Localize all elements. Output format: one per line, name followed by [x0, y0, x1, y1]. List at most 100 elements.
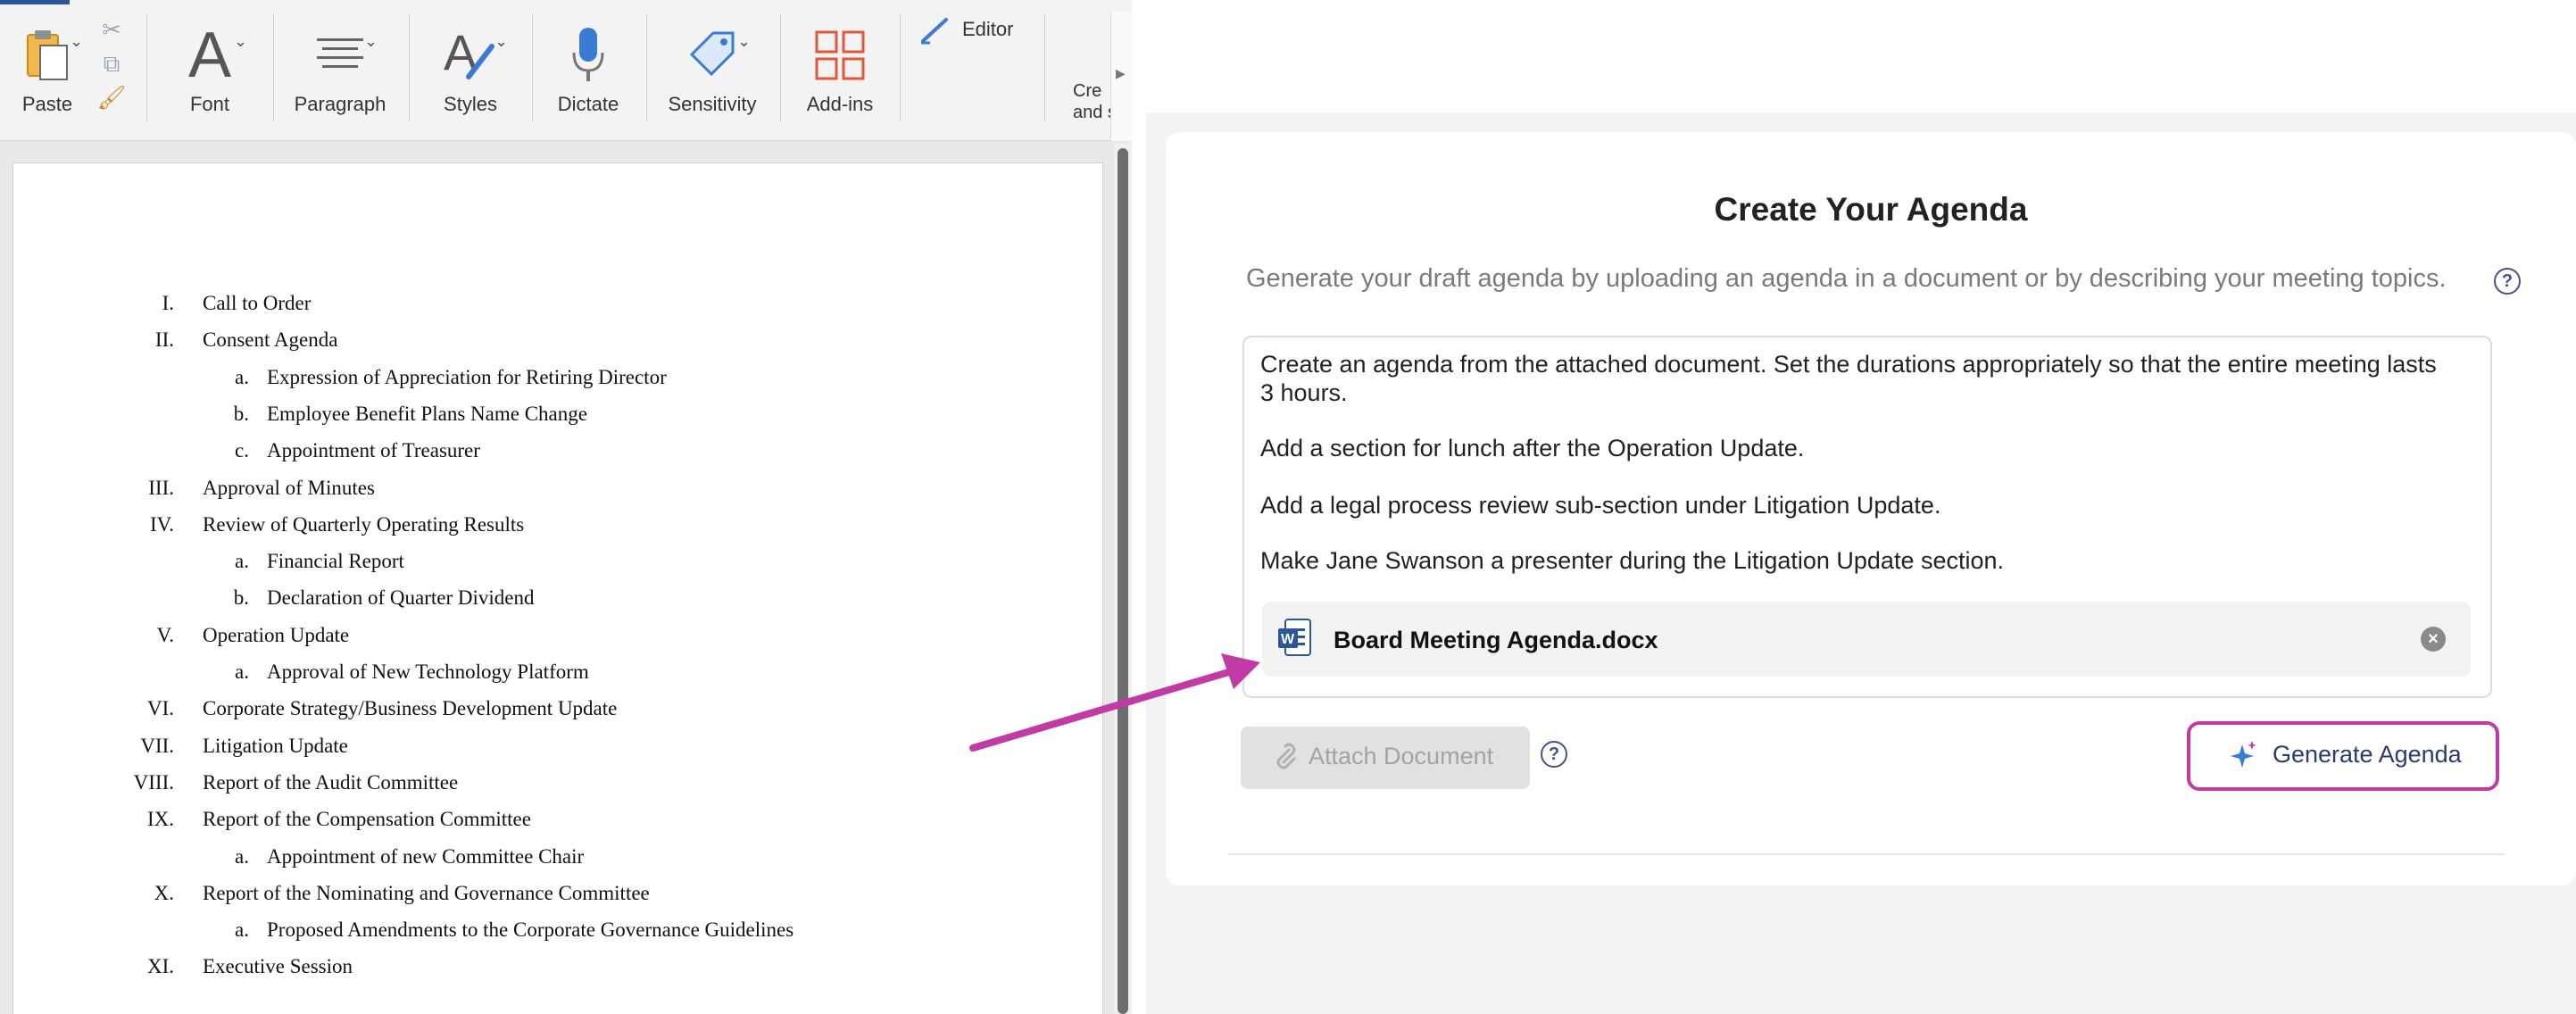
agenda-item-text: Expression of Appreciation for Retiring … — [267, 365, 667, 388]
font-dropdown-chevron-icon[interactable]: ⌄ — [234, 32, 247, 51]
prompt-line-4: Make Jane Swanson a presenter during the… — [1260, 547, 2005, 574]
agenda-item: VIII. Report of the Audit Committee — [13, 771, 1084, 807]
arrow-annotation — [969, 653, 1260, 752]
document-page[interactable]: I. Call to Order II. Consent Agenda a. Expres… — [12, 162, 1103, 1014]
agenda-item-text: Review of Quarterly Operating Results — [203, 512, 525, 536]
sensitivity-button[interactable]: Sensitivity — [657, 12, 768, 129]
agenda-sub-item: b. Declaration of Quarter Dividend — [13, 586, 1084, 622]
help-icon[interactable]: ? — [2494, 268, 2521, 295]
attach-document-button[interactable]: Attach Document — [1241, 727, 1530, 789]
agenda-item-text: Approval of New Technology Platform — [267, 661, 589, 683]
panel-divider — [1228, 853, 2505, 855]
styles-button[interactable]: A Styles — [421, 12, 519, 129]
word-ribbon: Paste ⌄ ✂ ⧉ 🖌 A Font ⌄ Paragraph ⌄ A Sty… — [0, 0, 1132, 141]
styles-dropdown-chevron-icon[interactable]: ⌄ — [494, 32, 508, 51]
ribbon-separator — [1044, 14, 1045, 121]
agenda-item: IV. Review of Quarterly Operating Results — [13, 513, 1084, 549]
agenda-item-number: II. — [154, 328, 174, 352]
microphone-icon — [541, 20, 636, 91]
format-painter-icon[interactable]: 🖌 — [95, 84, 129, 118]
agenda-item-number: VII. — [140, 734, 174, 757]
agenda-item-number: b. — [233, 586, 249, 610]
panel-subtitle: Generate your draft agenda by uploading … — [1246, 264, 2447, 293]
attached-file-name: Board Meeting Agenda.docx — [1334, 627, 1658, 653]
word-file-icon: W — [1276, 618, 1312, 663]
agenda-item-number: a. — [235, 844, 249, 868]
addins-icon — [793, 20, 887, 91]
addins-label: Add-ins — [806, 93, 874, 115]
clipboard-tools: ✂ ⧉ 🖌 — [95, 16, 129, 125]
agenda-sub-item: a. Expression of Appreciation for Retirin… — [13, 366, 1084, 402]
paragraph-button[interactable]: Paragraph — [284, 12, 396, 129]
paste-button[interactable]: Paste — [7, 12, 87, 129]
paste-label: Paste — [21, 93, 73, 115]
paragraph-dropdown-chevron-icon[interactable]: ⌄ — [364, 32, 378, 51]
ribbon-separator — [273, 14, 274, 121]
ribbon-separator — [409, 14, 410, 121]
agenda-item-number: b. — [233, 402, 249, 425]
agenda-item: VI. Corporate Strategy/Business Developme… — [13, 697, 1084, 733]
dictate-label: Dictate — [557, 93, 619, 115]
agenda-sub-item: c. Appointment of Treasurer — [13, 439, 1084, 475]
agenda-item-number: VI. — [146, 697, 174, 720]
agenda-item-text: Report of the Compensation Committee — [203, 808, 531, 831]
vertical-scrollbar-thumb[interactable] — [1118, 148, 1128, 1014]
agenda-item-text: Call to Order — [203, 292, 312, 314]
agenda-item-text: Approval of Minutes — [203, 476, 375, 499]
agenda-item: XI. Executive Session — [13, 955, 1084, 991]
dictate-button[interactable]: Dictate — [541, 12, 636, 129]
generate-agenda-button[interactable]: Generate Agenda — [2187, 721, 2499, 791]
agenda-item: X. Report of the Nominating and Governanc… — [13, 882, 1084, 918]
close-icon[interactable]: × — [2421, 627, 2446, 652]
prompt-line-1: Create an agenda from the attached docum… — [1260, 351, 2437, 406]
agenda-item-number: c. — [235, 439, 249, 462]
page-title: Create Your Agenda — [1714, 191, 2028, 228]
sparkle-icon — [2230, 739, 2258, 776]
sensitivity-icon — [657, 20, 768, 91]
agenda-item-text: Appointment of Treasurer — [267, 439, 480, 462]
agenda-item: III. Approval of Minutes — [13, 477, 1084, 512]
editor-pen-icon[interactable] — [919, 14, 951, 49]
agenda-item-number: a. — [235, 661, 249, 683]
agenda-item-text: Report of the Audit Committee — [203, 770, 459, 794]
font-button[interactable]: A Font — [161, 12, 259, 129]
editor-label[interactable]: Editor — [962, 18, 1013, 41]
addins-button[interactable]: Add-ins — [793, 12, 887, 129]
agenda-item-text: Consent Agenda — [203, 328, 338, 352]
agenda-sub-item: a. Appointment of new Committee Chair — [13, 845, 1084, 881]
paragraph-label: Paragraph — [294, 93, 386, 115]
prompt-line-3: Add a legal process review sub-section u… — [1260, 492, 1941, 519]
ribbon-separator — [146, 14, 147, 121]
agenda-item-text: Appointment of new Committee Chair — [267, 844, 585, 868]
agenda-sub-item: a. Financial Report — [13, 550, 1084, 586]
agenda-item-number: VIII. — [133, 770, 174, 794]
word-window: Paste ⌄ ✂ ⧉ 🖌 A Font ⌄ Paragraph ⌄ A Sty… — [0, 0, 1132, 1014]
copy-icon[interactable]: ⧉ — [95, 50, 129, 84]
agenda-item-text: Declaration of Quarter Dividend — [267, 586, 535, 610]
ribbon-expand-arrow-icon[interactable]: ▶ — [1116, 66, 1126, 81]
agenda-item-text: Corporate Strategy/Business Development … — [203, 697, 618, 720]
agenda-item-number: a. — [235, 918, 249, 942]
agenda-item-number: I. — [162, 292, 174, 314]
agenda-item: V. Operation Update — [13, 624, 1084, 660]
attach-help-icon[interactable]: ? — [1541, 741, 1567, 768]
agenda-item-number: IX. — [146, 808, 174, 831]
agenda-item: IX. Report of the Compensation Committee — [13, 808, 1084, 844]
agenda-item-number: X. — [154, 881, 174, 904]
styles-label: Styles — [444, 93, 497, 115]
sensitivity-dropdown-chevron-icon[interactable]: ⌄ — [737, 32, 751, 51]
ribbon-separator — [646, 14, 647, 121]
paste-dropdown-chevron-icon[interactable]: ⌄ — [70, 32, 83, 51]
svg-text:W: W — [1281, 632, 1295, 647]
font-icon: A — [187, 20, 232, 91]
agenda-item: II. Consent Agenda — [13, 328, 1084, 364]
agenda-item-number: XI. — [146, 955, 174, 978]
agenda-item-text: Report of the Nominating and Governance … — [203, 881, 650, 904]
agenda-sub-item: a. Proposed Amendments to the Corporate G… — [13, 918, 1084, 954]
ribbon-separator — [900, 14, 901, 121]
cut-icon[interactable]: ✂ — [95, 16, 129, 50]
agenda-item-text: Employee Benefit Plans Name Change — [267, 402, 587, 425]
agenda-item: I. Call to Order — [13, 292, 1084, 328]
attach-document-label: Attach Document — [1309, 743, 1494, 769]
agenda-item-text: Financial Report — [267, 550, 404, 573]
